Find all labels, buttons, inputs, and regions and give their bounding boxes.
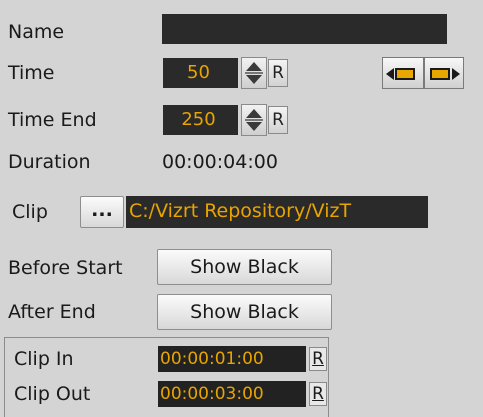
name-field[interactable] [162, 14, 447, 44]
clip-out-reset-button[interactable]: R [309, 382, 327, 406]
spinner-up-icon[interactable] [246, 62, 262, 71]
time-spinner[interactable] [241, 57, 267, 89]
time-end-spinner[interactable] [241, 104, 267, 136]
clip-out-label: Clip Out [14, 383, 91, 405]
before-start-dropdown[interactable]: Show Black [157, 249, 332, 285]
spinner-down-icon[interactable] [246, 75, 262, 84]
clip-label: Clip [12, 201, 48, 223]
previous-key-button[interactable] [382, 57, 424, 89]
time-reset-button[interactable]: R [268, 59, 288, 87]
duration-label: Duration [8, 151, 91, 173]
right-arrow-icon [452, 68, 460, 80]
left-arrow-icon [386, 68, 394, 80]
spinner-down-icon[interactable] [246, 122, 262, 131]
key-bar-icon [395, 68, 415, 80]
spinner-divider [245, 72, 263, 74]
time-end-field[interactable]: 250 [163, 105, 238, 135]
before-start-label: Before Start [8, 257, 123, 279]
clip-in-field[interactable]: 00:00:01:00 [158, 346, 306, 372]
clip-in-reset-button[interactable]: R [309, 347, 327, 371]
after-end-label: After End [8, 301, 96, 323]
name-label: Name [8, 21, 65, 43]
spinner-divider [245, 119, 263, 121]
clip-in-label: Clip In [14, 348, 74, 370]
clip-path-field[interactable]: C:/Vizrt Repository/VizT [126, 196, 428, 228]
next-key-button[interactable] [424, 57, 464, 89]
time-end-reset-button[interactable]: R [268, 106, 288, 134]
after-end-dropdown[interactable]: Show Black [157, 294, 332, 330]
time-label: Time [8, 62, 55, 84]
clip-out-field[interactable]: 00:00:03:00 [158, 381, 306, 407]
time-end-label: Time End [8, 109, 97, 131]
duration-value: 00:00:04:00 [162, 151, 278, 173]
clip-browse-button[interactable]: ... [80, 196, 124, 228]
time-field[interactable]: 50 [163, 58, 238, 88]
spinner-up-icon[interactable] [246, 109, 262, 118]
key-bar-icon [430, 68, 450, 80]
